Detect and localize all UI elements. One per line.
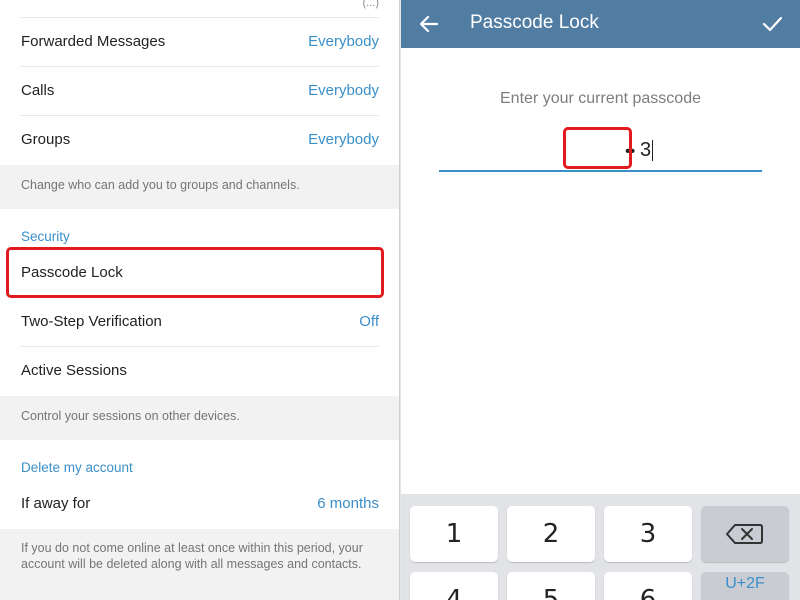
groups-value: Everybody <box>308 131 379 148</box>
key-1-label: 1 <box>445 519 463 549</box>
key-1[interactable]: 1 <box>410 506 498 562</box>
passcode-lock-highlight <box>6 247 384 298</box>
key-3-label: 3 <box>639 519 657 549</box>
key-4[interactable]: 4 <box>410 572 498 600</box>
passcode-input-highlight <box>563 127 632 169</box>
two-step-verification-value: Off <box>359 313 379 330</box>
settings-row-partial[interactable]: (...) <box>0 0 399 16</box>
delete-account-hint-text: If you do not come online at least once … <box>21 541 363 571</box>
key-6-label: 6 <box>639 585 657 600</box>
calls-row[interactable]: Calls Everybody <box>0 67 399 116</box>
if-away-for-value: 6 months <box>317 495 379 512</box>
app-bar: Passcode Lock <box>401 0 800 48</box>
arrow-left-icon <box>419 15 439 33</box>
language-key-label: U+2F <box>725 575 765 592</box>
key-2-label: 2 <box>542 519 560 549</box>
numeric-keypad: 1 2 3 4 5 6 U+2F <box>401 494 800 600</box>
security-hint-text: Control your sessions on other devices. <box>21 409 240 423</box>
privacy-settings-panel: (...) Forwarded Messages Everybody Calls… <box>0 0 400 600</box>
passcode-visible-char: 3 <box>640 139 652 161</box>
calls-value: Everybody <box>308 82 379 99</box>
key-3[interactable]: 3 <box>604 506 692 562</box>
if-away-for-label: If away for <box>21 495 91 512</box>
forwarded-messages-label: Forwarded Messages <box>21 33 166 50</box>
page-title: Passcode Lock <box>470 12 599 33</box>
two-step-verification-label: Two-Step Verification <box>21 313 162 330</box>
backspace-key[interactable] <box>701 506 789 562</box>
checkmark-icon <box>762 16 783 32</box>
confirm-button[interactable] <box>754 6 790 42</box>
delete-account-section-header: Delete my account <box>21 460 133 475</box>
text-caret <box>652 140 653 161</box>
backspace-icon <box>726 524 763 544</box>
security-section-header: Security <box>21 229 70 244</box>
groups-row[interactable]: Groups Everybody <box>0 116 399 165</box>
if-away-for-row[interactable]: If away for 6 months <box>0 480 399 529</box>
key-4-label: 4 <box>445 585 463 600</box>
two-step-verification-row[interactable]: Two-Step Verification Off <box>0 298 399 347</box>
groups-hint-section: Change who can add you to groups and cha… <box>0 165 399 209</box>
key-5[interactable]: 5 <box>507 572 595 600</box>
delete-account-hint-section: If you do not come online at least once … <box>0 529 399 600</box>
key-6[interactable]: 6 <box>604 572 692 600</box>
passcode-prompt: Enter your current passcode <box>500 90 701 107</box>
groups-label: Groups <box>21 131 71 148</box>
active-sessions-row[interactable]: Active Sessions <box>0 347 399 396</box>
language-key[interactable]: U+2F <box>701 572 789 600</box>
groups-hint-text: Change who can add you to groups and cha… <box>21 178 300 192</box>
forwarded-messages-value: Everybody <box>308 33 379 50</box>
passcode-lock-screen: Passcode Lock Enter your current passcod… <box>401 0 800 600</box>
partial-row-value: (...) <box>362 0 380 9</box>
back-button[interactable] <box>411 6 447 42</box>
key-5-label: 5 <box>542 585 560 600</box>
key-2[interactable]: 2 <box>507 506 595 562</box>
security-hint-section: Control your sessions on other devices. <box>0 396 399 440</box>
calls-label: Calls <box>21 82 55 99</box>
forwarded-messages-row[interactable]: Forwarded Messages Everybody <box>0 18 399 67</box>
active-sessions-label: Active Sessions <box>21 362 127 379</box>
